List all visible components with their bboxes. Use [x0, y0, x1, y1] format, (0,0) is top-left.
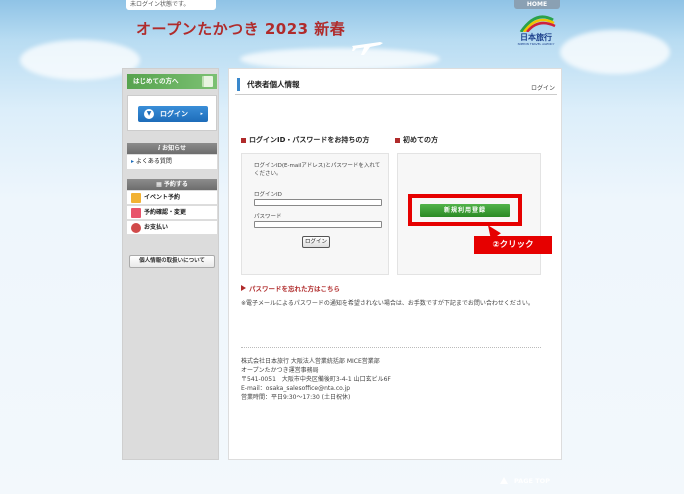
arrow-right-icon — [241, 285, 246, 291]
login-submit-button[interactable]: ログイン — [302, 236, 330, 248]
login-status: 未ログイン状態です。 — [126, 0, 216, 10]
register-panel: 新規利用登録 ②クリック — [397, 153, 552, 275]
calendar-icon — [131, 193, 141, 203]
sidebar-login-label: ログイン — [160, 110, 188, 118]
logo-subtext: NIPPON TRAVEL AGENCY — [517, 42, 555, 46]
password-field[interactable] — [254, 221, 382, 228]
bullet-icon — [241, 137, 246, 143]
company-line: E-mail：osaka_salesoffice@nta.co.jp — [241, 385, 351, 392]
reserve-heading: ▦ 予約する — [127, 179, 217, 190]
book-icon — [202, 76, 213, 87]
main-content: 代表者個人情報 ログイン ログインID・パスワードをお持ちの方 初めての方 ログ… — [228, 68, 562, 460]
login-id-field[interactable] — [254, 199, 382, 206]
company-line: オープンたかつき運営事務局 — [241, 367, 319, 374]
company-info: 株式会社日本旅行 大阪法人営業統括部 MICE営業部 オープンたかつき運営事務局… — [241, 357, 541, 402]
register-button[interactable]: 新規利用登録 — [420, 204, 510, 217]
password-label: パスワード — [254, 214, 282, 220]
first-visit-link[interactable]: はじめての方へ — [127, 74, 217, 89]
chevron-down-icon: ▼ — [144, 109, 154, 119]
check-icon — [131, 208, 141, 218]
login-panel: ログインID(E-mailアドレス)とパスワードを入れてください。 ログインID… — [241, 153, 389, 275]
login-id-label: ログインID — [254, 192, 282, 198]
airplane-icon — [352, 42, 383, 55]
rainbow-logo-icon — [519, 15, 556, 33]
highlight-frame: 新規利用登録 — [408, 194, 522, 226]
breadcrumb: ログイン — [530, 85, 555, 92]
cloud-decoration — [240, 48, 440, 70]
sidebar-login-button[interactable]: ▼ ログイン ▸ — [138, 106, 208, 122]
company-line: 〒541-0051 大阪市中央区備後町3-4-1 山口玄ビル6F — [241, 376, 391, 383]
bullet-icon — [395, 137, 400, 143]
news-heading: i お知らせ — [127, 143, 217, 154]
privacy-policy-button[interactable]: 個人情報の取扱いについて — [129, 255, 215, 268]
email-note: ※電子メールによるパスワードの通知を希望されない場合は、お手数ですが下記までお問… — [241, 300, 534, 307]
arrow-up-icon — [500, 477, 508, 484]
sidebar-item-payment[interactable]: お支払い — [127, 221, 217, 235]
sidebar-item-faq[interactable]: ▸ よくある質問 — [127, 155, 217, 169]
company-line: 営業時間：平日9:30～17:30 (土日祝休) — [241, 394, 351, 401]
page-top-button[interactable]: PAGE TOP — [494, 474, 562, 488]
calendar-icon: ▦ — [156, 181, 164, 188]
existing-user-heading: ログインID・パスワードをお持ちの方 — [241, 135, 369, 145]
click-annotation: ②クリック — [474, 236, 552, 254]
divider — [241, 347, 541, 348]
forgot-password-link[interactable]: パスワードを忘れた方はこちら — [241, 283, 340, 293]
sidebar-item-event-reservation[interactable]: イベント予約 — [127, 191, 217, 205]
first-visit-label: はじめての方へ — [133, 77, 179, 85]
cloud-decoration — [560, 30, 670, 74]
site-title: オープンたかつき 2023 新春 — [136, 20, 346, 38]
login-instructions: ログインID(E-mailアドレス)とパスワードを入れてください。 — [254, 163, 381, 177]
sidebar-login-box: ▼ ログイン ▸ — [127, 95, 217, 131]
company-logo[interactable]: 日本旅行 NIPPON TRAVEL AGENCY — [513, 12, 559, 48]
page-header: 代表者個人情報 ログイン — [235, 75, 557, 95]
page-top-label: PAGE TOP — [514, 477, 550, 485]
arrow-right-icon: ▸ — [200, 111, 203, 117]
page-title: 代表者個人情報 — [247, 80, 300, 89]
title-accent-bar — [237, 78, 240, 91]
home-button[interactable]: HOME — [514, 0, 560, 9]
company-line: 株式会社日本旅行 大阪法人営業統括部 MICE営業部 — [241, 358, 380, 365]
sidebar: はじめての方へ ▼ ログイン ▸ i お知らせ ▸ よくある質問 ▦ 予約する … — [122, 68, 219, 460]
coin-icon — [131, 223, 141, 233]
new-user-heading: 初めての方 — [395, 135, 438, 145]
sidebar-item-reservation-check[interactable]: 予約確認・変更 — [127, 206, 217, 220]
